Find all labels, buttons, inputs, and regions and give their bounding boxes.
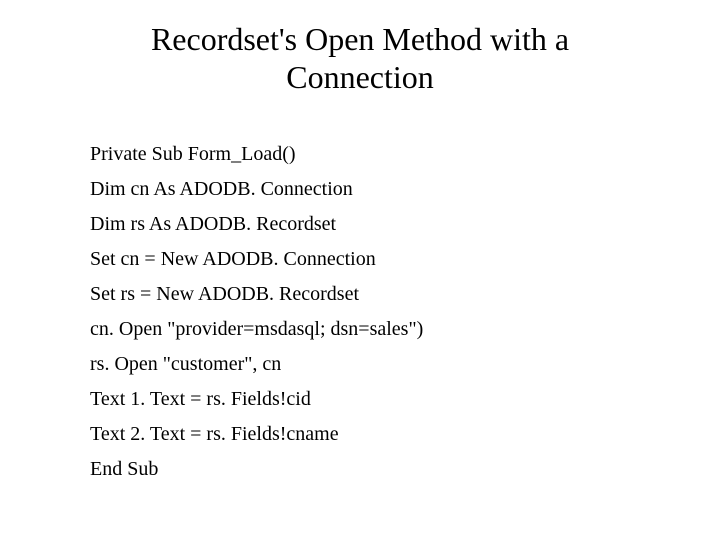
- code-line: cn. Open "provider=msdasql; dsn=sales"): [90, 312, 630, 347]
- code-line: Set rs = New ADODB. Recordset: [90, 277, 630, 312]
- slide-title: Recordset's Open Method with a Connectio…: [90, 20, 630, 97]
- code-line: Text 2. Text = rs. Fields!cname: [90, 417, 630, 452]
- code-line: rs. Open "customer", cn: [90, 347, 630, 382]
- code-line: Private Sub Form_Load(): [90, 137, 630, 172]
- code-line: End Sub: [90, 452, 630, 487]
- slide: Recordset's Open Method with a Connectio…: [0, 0, 720, 487]
- code-line: Text 1. Text = rs. Fields!cid: [90, 382, 630, 417]
- code-block: Private Sub Form_Load() Dim cn As ADODB.…: [90, 137, 630, 487]
- code-line: Set cn = New ADODB. Connection: [90, 242, 630, 277]
- code-line: Dim rs As ADODB. Recordset: [90, 207, 630, 242]
- code-line: Dim cn As ADODB. Connection: [90, 172, 630, 207]
